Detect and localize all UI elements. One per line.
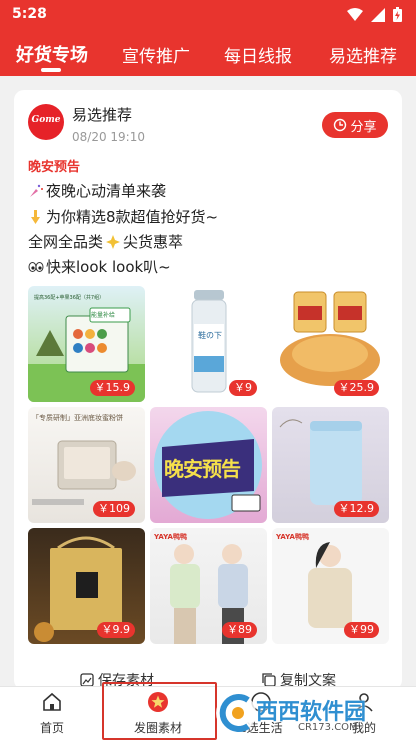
- product-image-9[interactable]: YAYA鸭鸭 ￥99: [272, 528, 389, 644]
- post-card: Gome 易选推荐 08/20 19:10 分享 晚安预告 夜晚心动清单来袭 为…: [14, 90, 402, 690]
- avatar-logo-text: Gome: [31, 115, 61, 125]
- wifi-icon: [347, 7, 363, 21]
- post-line-1: 夜晚心动清单来袭: [28, 180, 166, 201]
- status-time: 5:28: [12, 6, 47, 22]
- product-price-4: ￥109: [93, 501, 135, 517]
- sparkles-icon: [106, 234, 121, 249]
- product-price-7: ￥9.9: [96, 622, 135, 638]
- tab-xianbao[interactable]: 每日线报: [224, 42, 292, 67]
- product-brand-8: YAYA鸭鸭: [154, 533, 187, 541]
- share-button[interactable]: 分享: [322, 112, 388, 138]
- post-line-3: 全网全品类 尖货惠萃: [28, 233, 184, 251]
- product-price-2: ￥9: [229, 380, 257, 396]
- product-price-6: ￥12.9: [333, 501, 379, 517]
- battery-icon: [393, 7, 402, 22]
- post-line-2: 为你精选8款超值抢好货~: [28, 206, 218, 227]
- product-image-3[interactable]: ￥25.9: [272, 286, 389, 402]
- tab-xuanchuan[interactable]: 宣传推广: [122, 42, 190, 67]
- eyes-icon: [28, 261, 44, 272]
- product-tag-2: 鞋の下: [198, 331, 222, 340]
- product-price-1: ￥15.9: [89, 380, 135, 396]
- home-icon: [43, 692, 61, 711]
- avatar[interactable]: Gome: [28, 104, 64, 140]
- product-image-8[interactable]: YAYA鸭鸭 ￥89: [150, 528, 267, 644]
- product-price-9: ￥99: [344, 622, 379, 638]
- copy-icon: [262, 673, 276, 687]
- tab-yixuan[interactable]: 易选推荐: [329, 42, 397, 67]
- status-bar: 5:28: [0, 0, 416, 30]
- post-author: 易选推荐: [72, 106, 133, 124]
- share-icon: [334, 118, 347, 132]
- product-image-5[interactable]: 晚安预告: [150, 407, 267, 523]
- product-image-4[interactable]: 「专质研制」亚洲底妆蜜粉饼 ￥109: [28, 407, 145, 523]
- share-label: 分享: [350, 119, 377, 135]
- site-watermark: 西西软件园 CR173.COM: [212, 690, 404, 736]
- product-price-8: ￥89: [222, 622, 257, 638]
- pointing-down-icon: [31, 209, 40, 224]
- goodnight-banner-text: 晚安预告: [164, 457, 241, 481]
- tab-haohuo[interactable]: 好货专场: [16, 41, 88, 67]
- confetti-icon: [30, 184, 43, 197]
- category-tab-bar: 好货专场 宣传推广 每日线报 易选推荐: [0, 30, 416, 76]
- product-image-1[interactable]: 能量补给 提高36配+苹果36配（共7组） ￥15.9: [28, 286, 145, 402]
- product-image-7[interactable]: ￥9.9: [28, 528, 145, 644]
- post-datetime: 08/20 19:10: [72, 130, 145, 144]
- nav-home[interactable]: 首页: [36, 691, 68, 736]
- product-tag-4: 「专质研制」亚洲底妆蜜粉饼: [32, 414, 123, 422]
- watermark-url: CR173.COM: [298, 722, 358, 733]
- product-image-2[interactable]: 鞋の下 ￥9: [150, 286, 267, 402]
- signal-icon: [371, 7, 385, 22]
- nav-home-label: 首页: [39, 721, 64, 735]
- post-headline: 晚安预告: [28, 160, 81, 175]
- product-image-6[interactable]: ￥12.9: [272, 407, 389, 523]
- product-subtitle-1: 提高36配+苹果36配（共7组）: [34, 295, 105, 301]
- product-price-3: ￥25.9: [333, 380, 379, 396]
- status-icons: [347, 7, 402, 22]
- active-nav-highlight-box: [102, 682, 217, 740]
- post-line-4: 快来look look叭~: [28, 256, 171, 277]
- product-tag-1: 能量补给: [91, 312, 116, 319]
- product-brand-9: YAYA鸭鸭: [276, 533, 309, 541]
- image-icon: [80, 673, 94, 687]
- active-tab-indicator: [41, 68, 61, 72]
